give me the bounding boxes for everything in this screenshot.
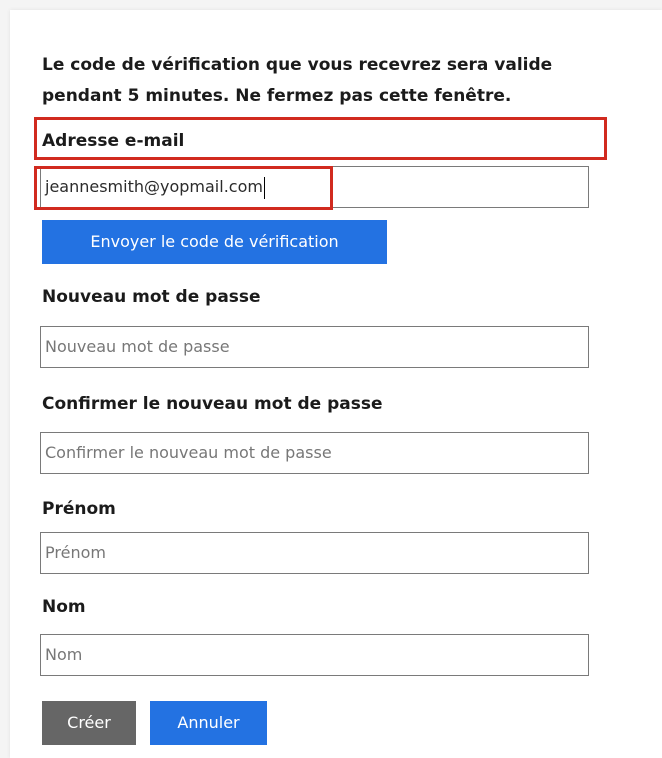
- confirm-password-field[interactable]: Confirmer le nouveau mot de passe: [40, 432, 589, 474]
- last-name-label: Nom: [42, 597, 86, 617]
- email-value-highlight: [34, 166, 333, 210]
- last-name-field[interactable]: Nom: [40, 634, 589, 676]
- first-name-placeholder: Prénom: [45, 543, 106, 562]
- new-password-placeholder: Nouveau mot de passe: [45, 337, 230, 356]
- first-name-field[interactable]: Prénom: [40, 532, 589, 574]
- first-name-label: Prénom: [42, 499, 116, 519]
- create-button[interactable]: Créer: [42, 701, 136, 745]
- last-name-placeholder: Nom: [45, 645, 83, 664]
- new-password-field[interactable]: Nouveau mot de passe: [40, 326, 589, 368]
- intro-text: Le code de vérification que vous recevre…: [42, 55, 553, 106]
- new-password-label: Nouveau mot de passe: [42, 287, 261, 307]
- confirm-password-label: Confirmer le nouveau mot de passe: [42, 394, 383, 414]
- email-label: Adresse e-mail: [42, 131, 185, 151]
- confirm-password-placeholder: Confirmer le nouveau mot de passe: [45, 443, 332, 462]
- cancel-button[interactable]: Annuler: [150, 701, 267, 745]
- send-code-button[interactable]: Envoyer le code de vérification: [42, 220, 387, 264]
